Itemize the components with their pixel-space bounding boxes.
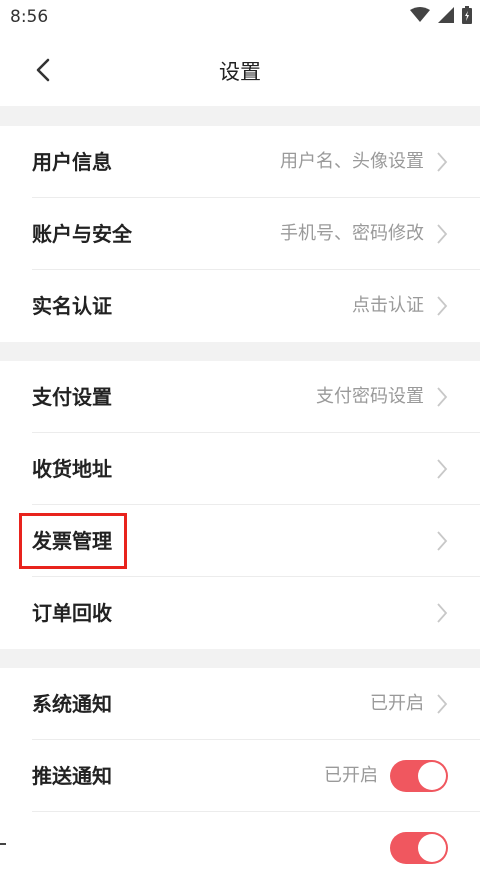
settings-row-payment[interactable]: 支付设置 支付密码设置: [0, 361, 480, 433]
row-value: 支付密码设置: [316, 386, 424, 407]
settings-row-system-notification[interactable]: 系统通知 已开启: [0, 668, 480, 740]
settings-group-orders: 支付设置 支付密码设置 收货地址 发票管理 订单回收: [0, 361, 480, 649]
chevron-right-icon: [437, 152, 448, 172]
status-time: 8:56: [10, 7, 49, 27]
status-bar: 8:56: [0, 0, 480, 34]
row-value: 点击认证: [352, 295, 424, 316]
row-value: 已开启: [324, 765, 378, 786]
toggle-knob: [418, 762, 446, 790]
row-label: 收货地址: [32, 457, 112, 481]
row-label: 用户信息: [32, 150, 112, 174]
chevron-right-icon: [437, 603, 448, 623]
row-value: 已开启: [370, 693, 424, 714]
settings-row-push-notification: 推送通知 已开启: [0, 740, 480, 812]
chevron-right-icon: [437, 224, 448, 244]
row-label: 系统通知: [32, 692, 112, 716]
edge-artifact: [0, 843, 6, 845]
highlight-box: [19, 513, 127, 569]
section-gap: [0, 342, 480, 361]
settings-group-account: 用户信息 用户名、头像设置 账户与安全 手机号、密码修改 实名认证 点击认证: [0, 126, 480, 342]
settings-row-invoice[interactable]: 发票管理: [0, 505, 480, 577]
section-gap: [0, 106, 480, 126]
page-title: 设置: [219, 60, 261, 84]
settings-row-shipping-address[interactable]: 收货地址: [0, 433, 480, 505]
row-label: 实名认证: [32, 294, 112, 318]
partial-toggle[interactable]: [390, 832, 448, 864]
row-value: 用户名、头像设置: [280, 151, 424, 172]
signal-icon: [438, 7, 454, 23]
settings-row-account-security[interactable]: 账户与安全 手机号、密码修改: [0, 198, 480, 270]
settings-row-order-recycle[interactable]: 订单回收: [0, 577, 480, 649]
settings-row-partial: [0, 812, 480, 884]
chevron-right-icon: [437, 387, 448, 407]
battery-icon: [462, 6, 472, 24]
nav-bar: 设置: [0, 34, 480, 106]
status-icons: [410, 6, 472, 24]
chevron-right-icon: [437, 296, 448, 316]
row-label: 推送通知: [32, 764, 112, 788]
chevron-right-icon: [437, 531, 448, 551]
settings-row-user-info[interactable]: 用户信息 用户名、头像设置: [0, 126, 480, 198]
chevron-right-icon: [437, 694, 448, 714]
toggle-knob: [418, 834, 446, 862]
row-label: 订单回收: [32, 601, 112, 625]
settings-row-real-name-auth[interactable]: 实名认证 点击认证: [0, 270, 480, 342]
row-label: 支付设置: [32, 385, 112, 409]
row-label: 账户与安全: [32, 222, 132, 246]
chevron-right-icon: [437, 459, 448, 479]
row-value: 手机号、密码修改: [280, 223, 424, 244]
push-notification-toggle[interactable]: [390, 760, 448, 792]
section-gap: [0, 649, 480, 668]
wifi-icon: [410, 7, 430, 22]
